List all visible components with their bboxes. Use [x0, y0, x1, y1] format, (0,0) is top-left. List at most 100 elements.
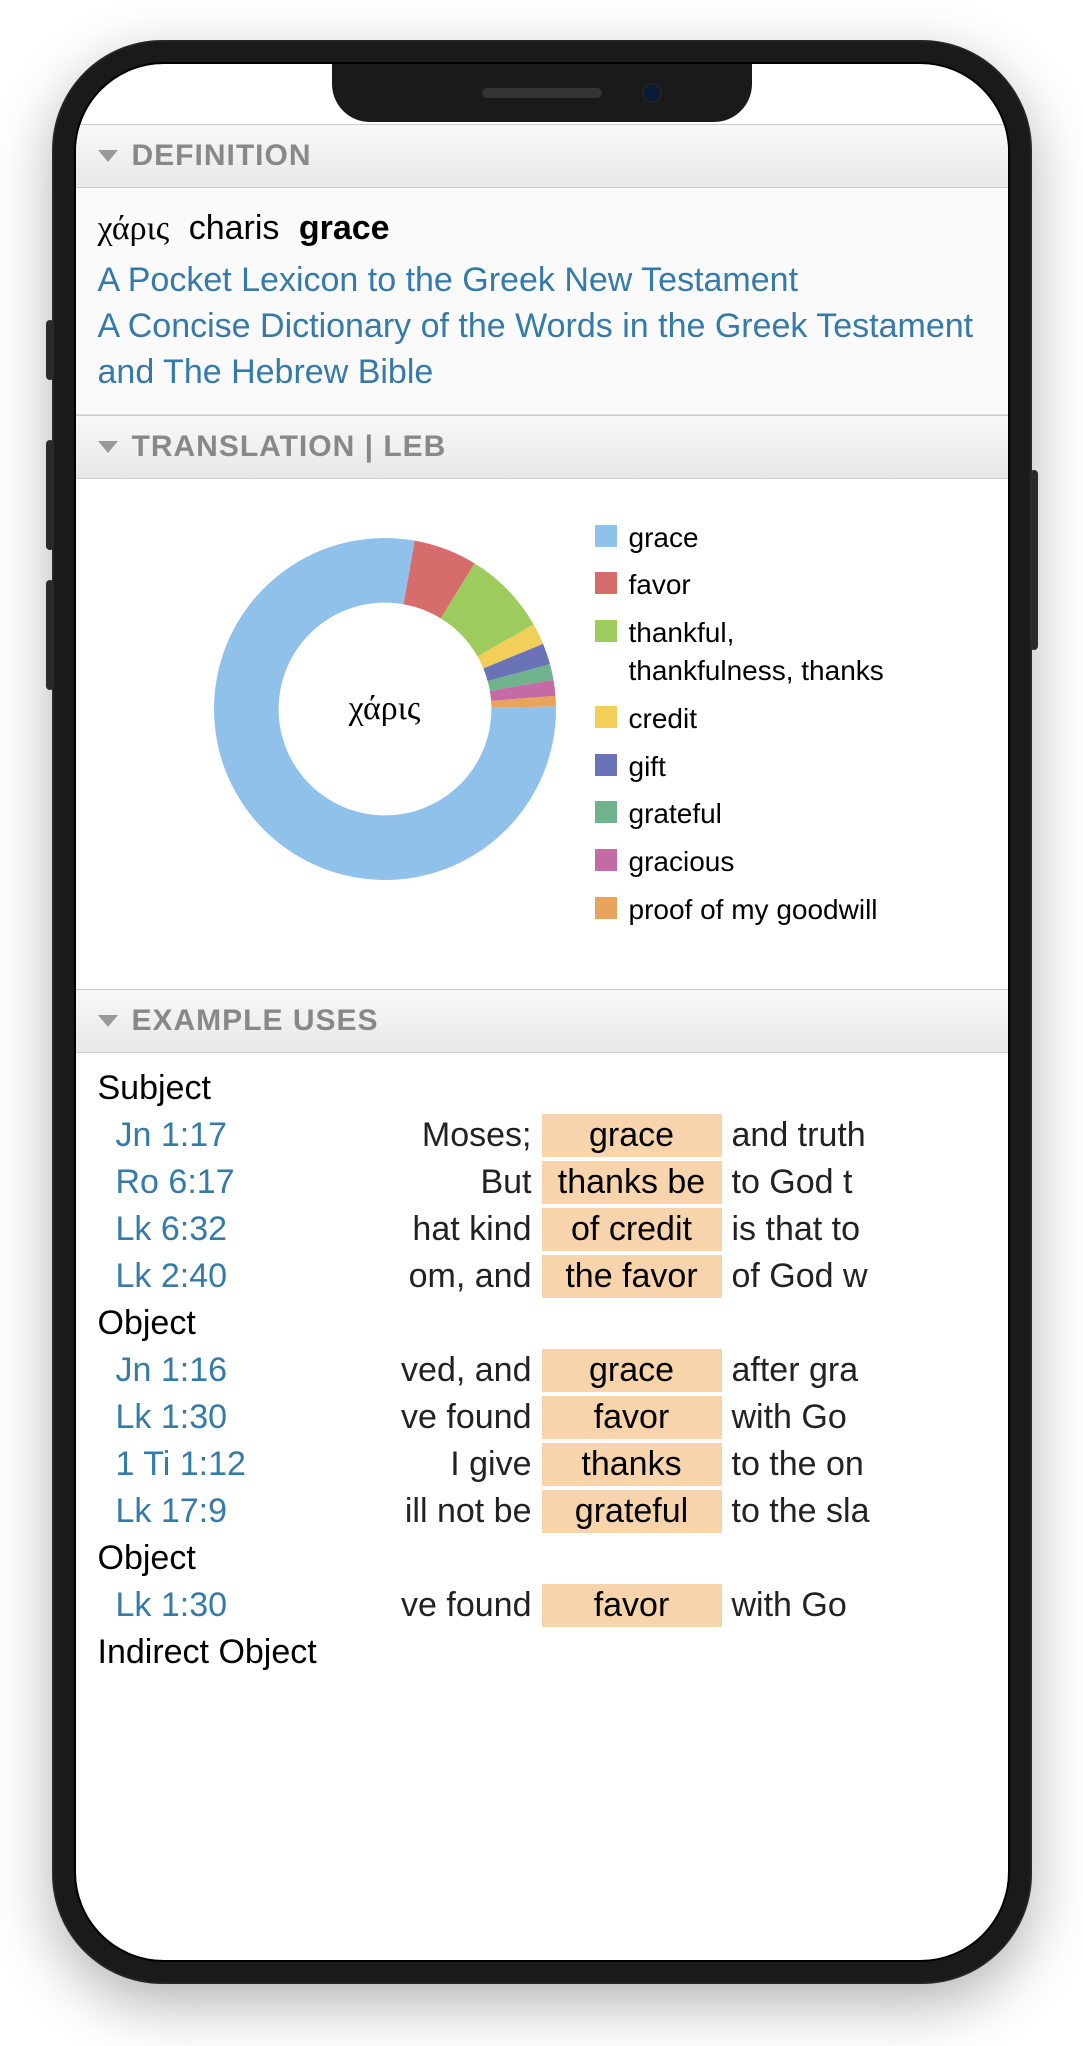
donut-center-label: χάρις — [195, 519, 575, 899]
legend-label: thankful, thankfulness, thanks — [629, 614, 889, 690]
example-row: Lk 17:9ill not begratefulto the sla — [98, 1488, 986, 1535]
context-before: But — [278, 1163, 542, 1202]
example-row: Lk 6:32hat kindof creditis that to — [98, 1206, 986, 1253]
section-title: TRANSLATION | LEB — [132, 430, 447, 464]
example-group-label: Subject — [98, 1065, 986, 1112]
section-title: EXAMPLE USES — [132, 1004, 379, 1038]
phone-screen: DEFINITION χάρις charis grace A Pocket L… — [74, 62, 1010, 1962]
context-before: ved, and — [278, 1351, 542, 1390]
context-after: with Go — [722, 1586, 986, 1625]
section-header-translation[interactable]: TRANSLATION | LEB — [76, 415, 1008, 479]
phone-camera — [642, 83, 662, 103]
legend-label: gracious — [629, 843, 735, 881]
legend-item[interactable]: favor — [595, 566, 889, 604]
phone-power-button — [1030, 470, 1038, 650]
verse-reference-link[interactable]: Lk 1:30 — [98, 1586, 278, 1625]
context-after: to the sla — [722, 1492, 986, 1531]
context-before: hat kind — [278, 1210, 542, 1249]
chevron-down-icon — [98, 441, 118, 453]
context-before: ve found — [278, 1586, 542, 1625]
legend-swatch — [595, 754, 617, 776]
highlighted-term: grateful — [542, 1490, 722, 1533]
legend-swatch — [595, 572, 617, 594]
context-after: to God t — [722, 1163, 986, 1202]
legend-swatch — [595, 801, 617, 823]
legend-swatch — [595, 897, 617, 919]
example-row: Lk 2:40om, andthe favorof God w — [98, 1253, 986, 1300]
verse-reference-link[interactable]: Jn 1:17 — [98, 1116, 278, 1155]
transliteration: charis — [189, 209, 280, 247]
verse-reference-link[interactable]: Jn 1:16 — [98, 1351, 278, 1390]
context-before: om, and — [278, 1257, 542, 1296]
phone-speaker — [482, 88, 602, 98]
legend-label: credit — [629, 700, 697, 738]
legend-swatch — [595, 706, 617, 728]
translation-chart: χάρις grace favor thankful, thankfulness, … — [76, 479, 1008, 989]
legend-item[interactable]: credit — [595, 700, 889, 738]
donut-chart[interactable]: χάρις — [195, 519, 575, 899]
phone-notch — [332, 64, 752, 122]
legend-item[interactable]: thankful, thankfulness, thanks — [595, 614, 889, 690]
highlighted-term: thanks be — [542, 1161, 722, 1204]
greek-word: χάρις — [98, 210, 170, 247]
legend-item[interactable]: proof of my goodwill — [595, 891, 889, 929]
legend-swatch — [595, 849, 617, 871]
highlighted-term: favor — [542, 1584, 722, 1627]
example-row: Lk 1:30ve foundfavorwith Go — [98, 1582, 986, 1629]
legend-label: grace — [629, 519, 699, 557]
phone-volume-down — [46, 580, 54, 690]
legend-item[interactable]: gift — [595, 748, 889, 786]
example-group-label: Indirect Object — [98, 1629, 986, 1676]
chevron-down-icon — [98, 1015, 118, 1027]
verse-reference-link[interactable]: Ro 6:17 — [98, 1163, 278, 1202]
example-row: 1 Ti 1:12I givethanksto the on — [98, 1441, 986, 1488]
verse-reference-link[interactable]: Lk 6:32 — [98, 1210, 278, 1249]
gloss: grace — [299, 209, 390, 247]
legend-swatch — [595, 620, 617, 642]
legend-label: proof of my goodwill — [629, 891, 878, 929]
example-group-label: Object — [98, 1535, 986, 1582]
context-after: to the on — [722, 1445, 986, 1484]
context-after: of God w — [722, 1257, 986, 1296]
example-row: Jn 1:16ved, andgraceafter gra — [98, 1347, 986, 1394]
highlighted-term: of credit — [542, 1208, 722, 1251]
highlighted-term: grace — [542, 1114, 722, 1157]
verse-reference-link[interactable]: Lk 1:30 — [98, 1398, 278, 1437]
legend-item[interactable]: grateful — [595, 795, 889, 833]
examples-list: SubjectJn 1:17Moses;graceand truthRo 6:1… — [76, 1053, 1008, 1716]
legend-swatch — [595, 525, 617, 547]
verse-reference-link[interactable]: 1 Ti 1:12 — [98, 1445, 278, 1484]
section-header-examples[interactable]: EXAMPLE USES — [76, 989, 1008, 1053]
legend-label: favor — [629, 566, 691, 604]
context-before: I give — [278, 1445, 542, 1484]
chart-legend: grace favor thankful, thankfulness, thanks… — [595, 519, 889, 939]
verse-reference-link[interactable]: Lk 2:40 — [98, 1257, 278, 1296]
definition-body: χάρις charis grace A Pocket Lexicon to t… — [76, 188, 1008, 415]
lexicon-link[interactable]: A Pocket Lexicon to the Greek New Testam… — [98, 258, 986, 304]
lexicon-link[interactable]: A Concise Dictionary of the Words in the… — [98, 304, 986, 396]
section-header-definition[interactable]: DEFINITION — [76, 124, 1008, 188]
app-content: DEFINITION χάρις charis grace A Pocket L… — [76, 64, 1008, 1716]
example-row: Lk 1:30ve foundfavorwith Go — [98, 1394, 986, 1441]
highlighted-term: the favor — [542, 1255, 722, 1298]
chevron-down-icon — [98, 150, 118, 162]
highlighted-term: grace — [542, 1349, 722, 1392]
context-after: after gra — [722, 1351, 986, 1390]
section-title: DEFINITION — [132, 139, 312, 173]
legend-label: gift — [629, 748, 666, 786]
phone-side-button — [46, 320, 54, 380]
example-group-label: Object — [98, 1300, 986, 1347]
verse-reference-link[interactable]: Lk 17:9 — [98, 1492, 278, 1531]
example-row: Ro 6:17Butthanks beto God t — [98, 1159, 986, 1206]
context-before: ve found — [278, 1398, 542, 1437]
context-after: is that to — [722, 1210, 986, 1249]
context-after: with Go — [722, 1398, 986, 1437]
legend-item[interactable]: gracious — [595, 843, 889, 881]
example-row: Jn 1:17Moses;graceand truth — [98, 1112, 986, 1159]
highlighted-term: favor — [542, 1396, 722, 1439]
context-after: and truth — [722, 1116, 986, 1155]
legend-item[interactable]: grace — [595, 519, 889, 557]
context-before: ill not be — [278, 1492, 542, 1531]
highlighted-term: thanks — [542, 1443, 722, 1486]
definition-headword: χάρις charis grace — [98, 206, 986, 252]
